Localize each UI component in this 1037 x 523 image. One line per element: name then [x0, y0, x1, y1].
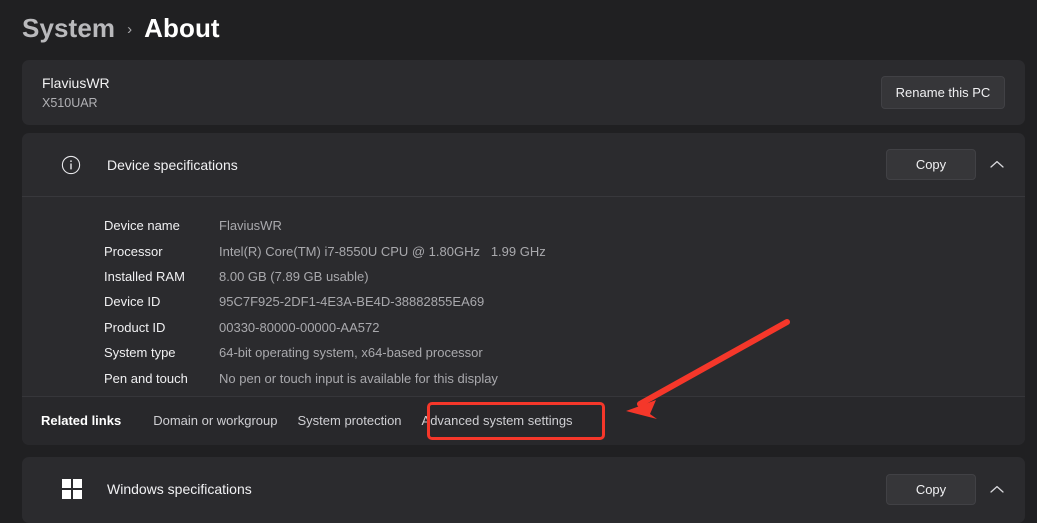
related-link-advanced-system-settings[interactable]: Advanced system settings	[412, 407, 583, 434]
spec-label: Installed RAM	[104, 269, 185, 284]
spec-label: Product ID	[104, 320, 166, 335]
chevron-up-icon[interactable]	[983, 151, 1011, 179]
windows-logo-icon	[62, 479, 82, 499]
table-row: System type 64-bit operating system, x64…	[22, 340, 1025, 365]
spec-label: System type	[104, 345, 176, 360]
device-specifications-header[interactable]: Device specifications Copy	[22, 133, 1025, 196]
related-link-system-protection[interactable]: System protection	[287, 407, 411, 434]
device-specifications-card: Device specifications Copy Device name F…	[22, 133, 1025, 445]
table-row: Pen and touch No pen or touch input is a…	[22, 366, 1025, 391]
spec-value: 8.00 GB (7.89 GB usable)	[219, 269, 369, 284]
spec-label: Processor	[104, 244, 163, 259]
copy-device-specifications-button[interactable]: Copy	[886, 149, 976, 180]
table-row: Product ID 00330-80000-00000-AA572	[22, 315, 1025, 340]
spec-value: 00330-80000-00000-AA572	[219, 320, 380, 335]
info-circle-icon	[60, 154, 82, 176]
pc-name-value: FlaviusWR	[42, 75, 110, 91]
device-specifications-title: Device specifications	[107, 156, 238, 173]
page-title: About	[144, 12, 220, 43]
spec-value: Intel(R) Core(TM) i7-8550U CPU @ 1.80GHz…	[219, 244, 546, 259]
related-links-section: Related links Domain or workgroup System…	[22, 396, 1025, 445]
table-row: Installed RAM 8.00 GB (7.89 GB usable)	[22, 264, 1025, 289]
table-row: Device name FlaviusWR	[22, 213, 1025, 238]
spec-label: Device name	[104, 218, 180, 233]
table-row: Device ID 95C7F925-2DF1-4E3A-BE4D-388828…	[22, 289, 1025, 314]
chevron-up-icon[interactable]	[983, 475, 1011, 503]
windows-specifications-card[interactable]: Windows specifications Copy	[22, 457, 1025, 523]
spec-label: Device ID	[104, 294, 161, 309]
spec-value: 95C7F925-2DF1-4E3A-BE4D-38882855EA69	[219, 294, 485, 309]
breadcrumb-separator-icon: ›	[127, 20, 133, 38]
spec-label: Pen and touch	[104, 371, 188, 386]
copy-windows-specifications-button[interactable]: Copy	[886, 474, 976, 505]
related-link-domain-or-workgroup[interactable]: Domain or workgroup	[143, 407, 287, 434]
breadcrumb: System › About	[22, 8, 220, 48]
breadcrumb-system-link[interactable]: System	[22, 13, 115, 44]
pc-name-card: FlaviusWR X510UAR Rename this PC	[22, 60, 1025, 125]
related-links-title: Related links	[41, 413, 122, 428]
spec-value: FlaviusWR	[219, 218, 282, 233]
table-row: Processor Intel(R) Core(TM) i7-8550U CPU…	[22, 239, 1025, 264]
pc-name-group: FlaviusWR X510UAR	[42, 74, 110, 112]
pc-model-value: X510UAR	[42, 96, 98, 110]
windows-specifications-title: Windows specifications	[107, 481, 252, 497]
rename-this-pc-button[interactable]: Rename this PC	[881, 76, 1005, 109]
spec-value: No pen or touch input is available for t…	[219, 371, 498, 386]
spec-value: 64-bit operating system, x64-based proce…	[219, 345, 483, 360]
